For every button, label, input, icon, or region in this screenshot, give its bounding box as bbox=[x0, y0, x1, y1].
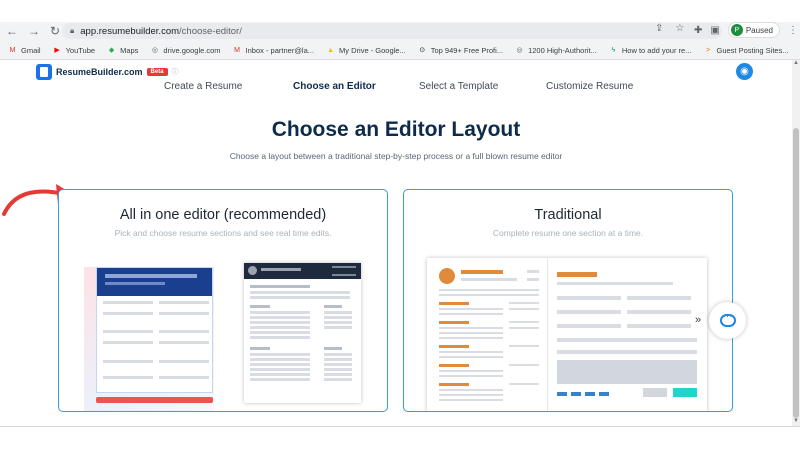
preview-resume-document bbox=[244, 263, 361, 403]
bookmark-item[interactable]: ◆ Maps bbox=[107, 45, 139, 55]
card-description: Complete resume one section at a time. bbox=[492, 228, 644, 238]
step-create-resume[interactable]: Create a Resume bbox=[164, 81, 242, 92]
bookmark-label: Gmail bbox=[21, 45, 41, 55]
url-path: /choose-editor/ bbox=[179, 25, 242, 37]
info-icon[interactable]: ⓘ bbox=[172, 67, 179, 77]
bookmark-item[interactable]: > Guest Posting Sites... bbox=[703, 45, 789, 55]
globe-icon: ◎ bbox=[151, 47, 158, 54]
bookmark-label: 1200 High-Authorit... bbox=[528, 45, 597, 55]
bookmark-label: Maps bbox=[120, 45, 139, 55]
page-scrollbar[interactable]: ▲ ▼ bbox=[792, 60, 800, 426]
bookmark-label: Guest Posting Sites... bbox=[716, 45, 789, 55]
share-icon[interactable]: ⇪ bbox=[655, 23, 663, 34]
globe-icon: ◎ bbox=[516, 47, 523, 54]
bookmark-label: drive.google.com bbox=[163, 45, 221, 55]
chat-icon[interactable] bbox=[709, 302, 746, 339]
step-customize-resume[interactable]: Customize Resume bbox=[546, 81, 633, 92]
beta-badge: Beta bbox=[146, 68, 168, 76]
bookmark-label: YouTube bbox=[65, 45, 96, 55]
preview-red-bar bbox=[96, 397, 213, 403]
bookmarks-bar: M Gmail ▶ YouTube ◆ Maps ◎ drive.google.com M Inb… bbox=[0, 41, 800, 59]
bottom-divider bbox=[0, 426, 800, 427]
address-actions: ⇪ ☆ bbox=[655, 23, 684, 34]
bookmark-label: Inbox - partner@la... bbox=[245, 45, 315, 55]
profile-status: Paused bbox=[745, 25, 773, 35]
browser-toolbar-right: ✚ ▣ P Paused ⋮ bbox=[694, 22, 798, 38]
address-bar[interactable]: 🔒︎ app.resumebuilder.com/choose-editor/ bbox=[62, 23, 722, 39]
bookmark-item[interactable]: ⊙ Top 949+ Free Profi... bbox=[418, 46, 503, 55]
bookmark-item[interactable]: ϟ How to add your re... bbox=[609, 46, 692, 55]
editor-option-traditional[interactable]: Traditional Complete resume one section … bbox=[403, 189, 733, 412]
back-icon[interactable]: ← bbox=[6, 24, 18, 38]
bolt-icon: ϟ bbox=[611, 46, 616, 54]
browser-chrome: ← → ↻ 🔒︎ app.resumebuilder.com/choose-ed… bbox=[0, 22, 800, 60]
card-title: Traditional bbox=[534, 207, 602, 223]
extensions-icon[interactable]: ✚ bbox=[694, 25, 702, 36]
gmail-icon: M bbox=[9, 46, 16, 54]
nav-buttons: ← → ↻ bbox=[6, 22, 60, 40]
url-host: app.resumebuilder.com bbox=[80, 25, 180, 37]
inbox-icon: M bbox=[234, 46, 240, 54]
bookmark-item[interactable]: ◎ 1200 High-Authorit... bbox=[515, 46, 597, 55]
bookmark-item[interactable]: ◎ drive.google.com bbox=[150, 45, 221, 55]
maps-icon: ◆ bbox=[108, 47, 115, 54]
reload-icon[interactable]: ↻ bbox=[50, 24, 60, 38]
preview-editor-panel bbox=[96, 267, 213, 393]
page-title: Choose an Editor Layout bbox=[271, 118, 521, 141]
scroll-down-icon[interactable]: ▼ bbox=[792, 418, 800, 426]
bookmark-label: How to add your re... bbox=[621, 45, 692, 55]
sidepanel-icon[interactable]: ▣ bbox=[710, 25, 719, 36]
user-account-icon[interactable]: ◉ bbox=[736, 63, 753, 80]
logo-mark-icon bbox=[36, 64, 52, 80]
editor-option-all-in-one[interactable]: All in one editor (recommended) Pick and… bbox=[58, 189, 388, 412]
bookmark-item[interactable]: ▶ YouTube bbox=[53, 46, 95, 55]
step-choose-editor[interactable]: Choose an Editor bbox=[293, 81, 376, 92]
chevron-right-icon[interactable]: » bbox=[695, 314, 701, 326]
progress-steps: Create a Resume Choose an Editor Select … bbox=[0, 81, 792, 95]
scrollbar-thumb[interactable] bbox=[793, 128, 799, 418]
all-in-one-preview bbox=[84, 253, 362, 411]
scroll-up-icon[interactable]: ▲ bbox=[792, 60, 800, 68]
step-select-template[interactable]: Select a Template bbox=[419, 81, 498, 92]
star-icon[interactable]: ☆ bbox=[675, 23, 684, 34]
card-description: Pick and choose resume sections and see … bbox=[114, 228, 332, 238]
drive-icon: ▲ bbox=[327, 46, 334, 54]
site-logo[interactable]: ResumeBuilder.com Beta ⓘ bbox=[36, 64, 179, 80]
link-icon: ⊙ bbox=[419, 47, 426, 54]
bookmark-item[interactable]: ▲ My Drive - Google... bbox=[326, 46, 406, 55]
bookmark-label: My Drive - Google... bbox=[339, 45, 406, 55]
page-subtitle: Choose a layout between a traditional st… bbox=[229, 151, 563, 161]
bookmark-item[interactable]: M Gmail bbox=[8, 46, 41, 55]
profile-avatar: P bbox=[730, 24, 743, 36]
bookmark-item[interactable]: M Inbox - partner@la... bbox=[233, 46, 314, 55]
card-title: All in one editor (recommended) bbox=[119, 207, 327, 223]
arrow-icon: > bbox=[705, 46, 711, 54]
menu-icon[interactable]: ⋮ bbox=[788, 25, 798, 36]
top-white-margin bbox=[0, 0, 800, 22]
logo-text: ResumeBuilder.com bbox=[56, 67, 143, 77]
traditional-preview bbox=[427, 258, 707, 411]
bookmark-label: Top 949+ Free Profi... bbox=[430, 45, 504, 55]
forward-icon[interactable]: → bbox=[28, 24, 40, 38]
youtube-icon: ▶ bbox=[54, 47, 60, 54]
lock-icon[interactable]: 🔒︎ bbox=[70, 26, 74, 36]
profile-button[interactable]: P Paused bbox=[727, 22, 780, 38]
